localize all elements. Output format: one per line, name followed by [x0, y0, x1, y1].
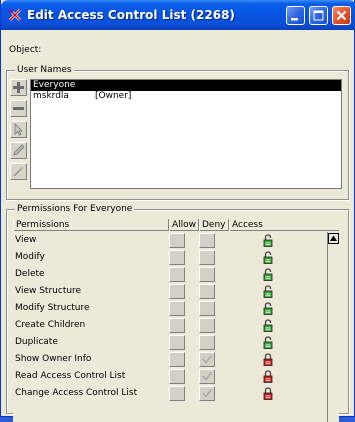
permission-name: Delete [15, 269, 45, 279]
user-list[interactable]: Everyone mskrdla [Owner] [30, 79, 342, 189]
permissions-header: Permissions Allow Deny Access [13, 219, 339, 231]
check-icon [202, 355, 213, 364]
acl-window: Edit Access Control List (2268) Object: … [0, 0, 355, 422]
permission-row: Delete [13, 266, 327, 283]
allow-checkbox[interactable] [169, 369, 185, 384]
lock-unlocked-icon[interactable] [263, 302, 273, 315]
permission-name: Read Access Control List [15, 371, 126, 381]
user-name: Everyone [33, 80, 76, 90]
deny-checkbox[interactable] [199, 369, 215, 384]
permission-name: Duplicate [15, 337, 58, 347]
allow-checkbox[interactable] [169, 250, 185, 265]
permission-row: View Structure [13, 283, 327, 300]
app-icon [8, 8, 22, 22]
permission-row: Create Children [13, 317, 327, 334]
deny-checkbox[interactable] [199, 352, 215, 367]
check-icon [202, 372, 213, 381]
deny-checkbox[interactable] [199, 318, 215, 333]
allow-checkbox[interactable] [169, 386, 185, 401]
deny-checkbox[interactable] [199, 335, 215, 350]
column-header-deny[interactable]: Deny [199, 219, 229, 231]
edit-user-button[interactable] [10, 142, 27, 159]
permission-name: View Structure [15, 286, 82, 296]
allow-checkbox[interactable] [169, 301, 185, 316]
lock-unlocked-icon[interactable] [263, 319, 273, 332]
permission-name: Modify Structure [15, 303, 90, 313]
deny-checkbox[interactable] [199, 250, 215, 265]
close-button[interactable] [332, 6, 351, 25]
permission-row: Change Access Control List [13, 385, 327, 402]
title-bar[interactable]: Edit Access Control List (2268) [1, 0, 355, 30]
arrow-up-icon [330, 235, 337, 241]
lock-unlocked-icon[interactable] [263, 251, 273, 264]
lock-unlocked-icon[interactable] [263, 285, 273, 298]
lock-unlocked-icon[interactable] [263, 234, 273, 247]
permission-name: Show Owner Info [15, 354, 92, 364]
scroll-up-button[interactable] [328, 233, 339, 244]
minus-icon [13, 107, 24, 110]
permission-name: Modify [15, 252, 45, 262]
minimize-icon [291, 18, 298, 21]
user-toolbar [10, 79, 28, 184]
user-name: mskrdla [33, 91, 69, 101]
permission-name: Change Access Control List [15, 388, 138, 398]
wand-icon [13, 166, 24, 177]
allow-checkbox[interactable] [169, 284, 185, 299]
lock-locked-icon[interactable] [263, 353, 273, 366]
allow-checkbox[interactable] [169, 233, 185, 248]
deny-checkbox[interactable] [199, 233, 215, 248]
pen-icon [13, 144, 25, 156]
lock-locked-icon[interactable] [263, 387, 273, 400]
permissions-scrollbar[interactable] [327, 232, 339, 422]
allow-checkbox[interactable] [169, 267, 185, 282]
user-role: [Owner] [95, 91, 132, 101]
maximize-button[interactable] [309, 6, 328, 25]
add-user-button[interactable] [10, 79, 27, 96]
column-header-access[interactable]: Access [229, 219, 339, 231]
user-names-group: User Names Everyone mskrdla [Owner] [6, 64, 349, 200]
window-title: Edit Access Control List (2268) [27, 8, 235, 22]
select-tool-button[interactable] [10, 121, 27, 138]
permission-name: Create Children [15, 320, 86, 330]
allow-checkbox[interactable] [169, 335, 185, 350]
close-icon [336, 10, 347, 21]
user-names-title: User Names [15, 64, 74, 76]
permission-row: Read Access Control List [13, 368, 327, 385]
plus-icon [13, 82, 24, 93]
column-header-allow[interactable]: Allow [169, 219, 199, 231]
remove-user-button[interactable] [10, 100, 27, 117]
permission-row: Show Owner Info [13, 351, 327, 368]
deny-checkbox[interactable] [199, 284, 215, 299]
permissions-title: Permissions For Everyone [15, 203, 135, 215]
permission-row: View [13, 232, 327, 249]
pointer-icon [14, 123, 23, 136]
allow-checkbox[interactable] [169, 352, 185, 367]
minimize-button[interactable] [286, 6, 305, 25]
deny-checkbox[interactable] [199, 267, 215, 282]
permission-name: View [15, 235, 37, 245]
column-header-permissions[interactable]: Permissions [13, 219, 169, 231]
maximize-icon [313, 10, 324, 21]
permissions-group: Permissions For Everyone Permissions All… [6, 203, 349, 422]
lock-unlocked-icon[interactable] [263, 336, 273, 349]
user-row-mskrdla[interactable]: mskrdla [Owner] [31, 91, 341, 102]
permission-row: Modify [13, 249, 327, 266]
permission-row: Duplicate [13, 334, 327, 351]
permission-row: Modify Structure [13, 300, 327, 317]
allow-checkbox[interactable] [169, 318, 185, 333]
check-icon [202, 389, 213, 398]
user-row-everyone[interactable]: Everyone [31, 80, 341, 91]
wand-tool-button[interactable] [10, 163, 27, 180]
object-label: Object: [9, 45, 42, 55]
deny-checkbox[interactable] [199, 386, 215, 401]
lock-unlocked-icon[interactable] [263, 268, 273, 281]
deny-checkbox[interactable] [199, 301, 215, 316]
permissions-table: View Modify Delete View Structure Modify Str… [13, 232, 327, 422]
lock-locked-icon[interactable] [263, 370, 273, 383]
